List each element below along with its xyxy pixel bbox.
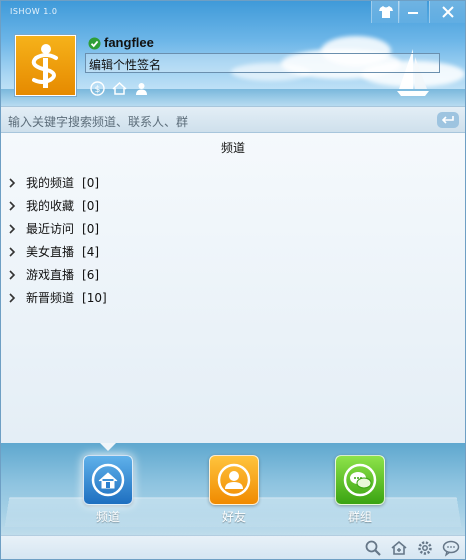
channel-category-item[interactable]: 游戏直播 [6] <box>9 263 107 286</box>
shirt-icon <box>379 6 393 18</box>
coin-icon[interactable]: $ <box>89 80 105 96</box>
channel-category-count: [0] <box>82 198 100 213</box>
chevron-right-icon <box>9 177 19 188</box>
profile-mini-icons: $ <box>89 80 149 96</box>
channel-category-count: [0] <box>82 175 100 190</box>
channel-category-count: [10] <box>82 290 107 305</box>
search-submit-button[interactable] <box>437 112 459 128</box>
user-icon[interactable] <box>133 80 149 96</box>
settings-button[interactable] <box>415 538 435 558</box>
tab-channels-label: 频道 <box>95 510 120 524</box>
close-button[interactable] <box>429 1 465 23</box>
footer-toolbar <box>1 535 465 559</box>
avatar[interactable] <box>15 35 76 96</box>
channel-category-label: 游戏直播 <box>26 268 75 282</box>
channel-category-item[interactable]: 我的频道 [0] <box>9 171 107 194</box>
bottom-nav: 频道 好友 群组 <box>1 443 465 535</box>
chevron-right-icon <box>9 269 19 280</box>
message-icon <box>442 540 460 557</box>
channel-category-count: [4] <box>82 244 100 259</box>
channel-category-label: 新晋频道 <box>26 291 75 305</box>
enter-icon <box>441 116 454 124</box>
channel-category-count: [6] <box>82 267 100 282</box>
svg-text:$: $ <box>94 85 100 95</box>
tab-channels[interactable]: 频道 <box>82 455 134 525</box>
channel-list: 我的频道 [0] 我的收藏 [0] 最近访问 [0] 美女直播 [4] 游戏直播 <box>9 171 107 309</box>
tab-groups-tile[interactable] <box>335 455 385 505</box>
search-bar: 输入关键字搜索频道、联系人、群 <box>1 106 465 133</box>
search-button[interactable] <box>363 538 383 558</box>
profile-header: ISHOW 1.0 fangflee 编辑个性签名 $ <box>1 1 465 106</box>
friend-icon <box>217 463 251 497</box>
tab-groups-label: 群组 <box>347 510 372 524</box>
chevron-right-icon <box>9 223 19 234</box>
home-add-button[interactable] <box>389 538 409 558</box>
settings-icon <box>418 541 432 555</box>
online-check-icon[interactable] <box>88 37 101 50</box>
channel-panel: 频道 我的频道 [0] 我的收藏 [0] 最近访问 [0] 美女直播 [4] 游… <box>1 133 465 443</box>
tab-friends-tile[interactable] <box>209 455 259 505</box>
panel-title: 频道 <box>220 141 245 155</box>
chevron-right-icon <box>9 200 19 211</box>
skin-button[interactable] <box>371 1 400 23</box>
channel-category-label: 我的收藏 <box>26 199 75 213</box>
tab-groups[interactable]: 群组 <box>334 455 386 525</box>
app-window: ISHOW 1.0 fangflee 编辑个性签名 $ 输入关键字搜索频道、联系… <box>0 0 466 560</box>
search-input[interactable]: 输入关键字搜索频道、联系人、群 <box>8 113 188 130</box>
signature-input[interactable]: 编辑个性签名 <box>85 53 440 73</box>
channel-category-item[interactable]: 我的收藏 [0] <box>9 194 107 217</box>
home-add-icon <box>391 540 407 555</box>
home-icon <box>91 463 125 497</box>
channel-category-item[interactable]: 新晋频道 [10] <box>9 286 107 309</box>
channel-category-label: 我的频道 <box>26 176 75 190</box>
home-icon[interactable] <box>111 80 127 96</box>
channel-category-label: 最近访问 <box>26 222 75 236</box>
channel-category-label: 美女直播 <box>26 245 75 259</box>
ishow-logo-icon <box>31 43 58 88</box>
channel-category-item[interactable]: 最近访问 [0] <box>9 217 107 240</box>
footer-icons <box>363 538 461 558</box>
app-title: ISHOW 1.0 <box>10 7 58 16</box>
chevron-right-icon <box>9 292 19 303</box>
chevron-right-icon <box>9 246 19 257</box>
active-tab-pointer <box>99 443 117 451</box>
close-icon <box>441 6 454 18</box>
tab-friends[interactable]: 好友 <box>208 455 260 525</box>
tab-channels-tile[interactable] <box>83 455 133 505</box>
tab-friends-label: 好友 <box>221 510 246 524</box>
minimize-icon <box>408 12 418 14</box>
search-icon <box>365 540 381 556</box>
username: fangflee <box>104 35 154 50</box>
minimize-button[interactable] <box>398 1 427 23</box>
group-chat-icon <box>343 463 377 497</box>
message-button[interactable] <box>441 538 461 558</box>
channel-category-count: [0] <box>82 221 100 236</box>
channel-category-item[interactable]: 美女直播 [4] <box>9 240 107 263</box>
